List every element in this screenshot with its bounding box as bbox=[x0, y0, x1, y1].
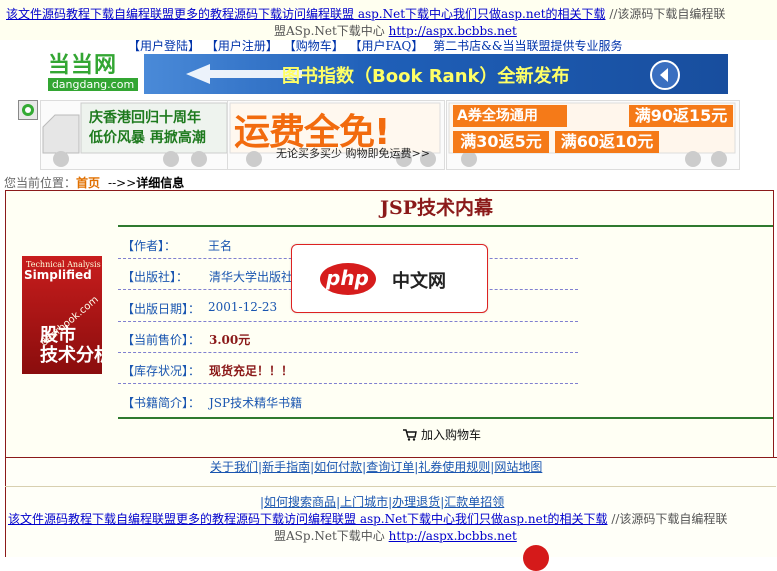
coupon-60-10: 满60返10元 bbox=[555, 131, 659, 153]
promo-free-shipping-sub: 无论买多买少 购物即免运费>> bbox=[276, 147, 430, 160]
top-ticker-link[interactable]: 该文件源码教程下载自编程联盟更多的教程源码下载访问编程联盟 asp.Net下载中… bbox=[6, 7, 606, 21]
nav-faq-link[interactable]: 【用户FAQ】 bbox=[350, 39, 424, 53]
footer-link-payment[interactable]: 如何付款 bbox=[314, 460, 362, 474]
bottom-ticker-line2: 盟ASp.Net下载中心 http://aspx.bcbbs.net bbox=[274, 527, 517, 544]
field-label: 【书籍简介】： bbox=[122, 396, 201, 410]
breadcrumb-current: 详细信息 bbox=[136, 176, 185, 190]
top-ticker: 该文件源码教程下载自编程联盟更多的教程源码下载访问编程联盟 asp.Net下载中… bbox=[6, 5, 725, 22]
nav-cart-link[interactable]: 【购物车】 bbox=[284, 39, 344, 53]
field-label: 【作者】： bbox=[122, 239, 177, 253]
footer-link-about[interactable]: 关于我们 bbox=[210, 460, 258, 474]
promo-coupons[interactable]: A券全场通用 满90返15元 满30返5元 满60返10元 bbox=[446, 100, 740, 170]
bottom-ticker-link[interactable]: 该文件源码教程下载自编程联盟更多的教程源码下载访问编程联盟 asp.Net下载中… bbox=[8, 512, 608, 526]
cover-line2: Simplified bbox=[24, 268, 92, 282]
book-title: JSP技术内幕 bbox=[380, 197, 493, 219]
footer-links-row1: 关于我们|新手指南|如何付款|查询订单|礼券使用规则|网站地图 bbox=[210, 460, 543, 474]
coupon-a: A券全场通用 bbox=[453, 105, 567, 127]
footer-link-orders[interactable]: 查询订单 bbox=[366, 460, 414, 474]
side-toggle-icon[interactable] bbox=[18, 100, 38, 120]
footer-link-remittance[interactable]: 汇款单招领 bbox=[444, 495, 504, 509]
breadcrumb-prefix: 您当前位置： bbox=[4, 176, 77, 190]
field-label: 【当前售价】： bbox=[122, 333, 201, 347]
php-cn-watermark: php 中文网 bbox=[291, 244, 488, 313]
banner-text: 图书指数（Book Rank）全新发布 bbox=[282, 66, 570, 87]
divider bbox=[118, 225, 773, 227]
bottom-ticker: 该文件源码教程下载自编程联盟更多的教程源码下载访问编程联盟 asp.Net下载中… bbox=[8, 510, 727, 527]
cover-title-bottom: 技术分析手册 bbox=[40, 345, 102, 366]
divider bbox=[118, 417, 773, 419]
footer-link-guide[interactable]: 新手指南 bbox=[262, 460, 310, 474]
coupon-30-5: 满30返5元 bbox=[453, 131, 549, 153]
promo-hongkong-line2: 低价风暴 再掀高潮 bbox=[89, 130, 206, 146]
footer-link-sitemap[interactable]: 网站地图 bbox=[494, 460, 542, 474]
field-summary: 【书籍简介】： JSP技术精华书籍 bbox=[118, 386, 578, 415]
promo-hongkong[interactable]: 庆香港回归十周年 低价风暴 再掀高潮 bbox=[40, 100, 232, 170]
logo-brand: 当当网 bbox=[48, 53, 118, 78]
breadcrumb: 您当前位置：首页 -->>详细信息 bbox=[4, 174, 184, 191]
seal-icon bbox=[523, 545, 549, 571]
add-to-cart-button[interactable]: 加入购物车 bbox=[403, 426, 481, 443]
php-logo-text: php bbox=[326, 266, 369, 290]
banner-back-icon[interactable] bbox=[650, 60, 680, 90]
field-label: 【出版日期】： bbox=[122, 302, 201, 316]
promo-hongkong-line1: 庆香港回归十周年 bbox=[89, 110, 201, 126]
bottom-ticker-url[interactable]: http://aspx.bcbbs.net bbox=[389, 529, 517, 543]
logo-domain: dangdang.com bbox=[48, 78, 138, 91]
field-value: 现货充足！！！ bbox=[209, 364, 294, 378]
add-to-cart-label: 加入购物车 bbox=[421, 428, 482, 442]
field-value: 2001-12-23 bbox=[208, 300, 278, 314]
footer-link-search-help[interactable]: 如何搜索商品 bbox=[264, 495, 336, 509]
footer-link-coupon-rules[interactable]: 礼券使用规则 bbox=[418, 460, 490, 474]
book-cover-image[interactable]: Technical Analysis Simplified 股市技术分析手册 d… bbox=[22, 256, 102, 374]
promo-free-shipping[interactable]: 运费全免! 无论买多买少 购物即免运费>> bbox=[227, 100, 445, 170]
footer-link-cities[interactable]: 上门城市 bbox=[340, 495, 388, 509]
field-price: 【当前售价】： 3.00元 bbox=[118, 323, 578, 353]
field-label: 【出版社】： bbox=[122, 270, 189, 284]
coupon-90-15: 满90返15元 bbox=[629, 105, 733, 127]
breadcrumb-sep: -->> bbox=[108, 176, 137, 190]
field-value: 3.00元 bbox=[209, 333, 251, 347]
nav-login-link[interactable]: 【用户登陆】 bbox=[128, 39, 200, 53]
field-value: 王名 bbox=[208, 239, 233, 253]
bottom-ticker-tail: //该源码下载自编程联 bbox=[607, 512, 728, 526]
field-stock: 【库存状况】： 现货充足！！！ bbox=[118, 354, 578, 384]
top-ticker-tail: //该源码下载自编程联 bbox=[605, 7, 726, 21]
footer-links-row2: |如何搜索商品|上门城市|办理退货|汇款单招领 bbox=[260, 495, 505, 509]
footer-divider bbox=[5, 486, 776, 487]
field-value: JSP技术精华书籍 bbox=[209, 396, 303, 410]
cart-icon bbox=[403, 429, 417, 441]
php-logo-cn: 中文网 bbox=[392, 271, 446, 292]
footer-link-returns[interactable]: 办理退货 bbox=[392, 495, 440, 509]
nav-tagline: 第二书店&&当当联盟提供专业服务 bbox=[433, 39, 623, 53]
field-label: 【库存状况】： bbox=[122, 364, 201, 378]
top-ticker-url[interactable]: http://aspx.bcbbs.net bbox=[389, 24, 517, 38]
user-nav: 【用户登陆】 【用户注册】 【购物车】 【用户FAQ】 第二书店&&当当联盟提供… bbox=[128, 37, 623, 54]
dangdang-logo[interactable]: 当当网 dangdang.com bbox=[48, 54, 140, 94]
breadcrumb-home-link[interactable]: 首页 bbox=[76, 176, 100, 190]
top-ticker-line2-prefix: 盟ASp.Net下载中心 bbox=[274, 24, 389, 38]
field-value: 清华大学出版社 bbox=[209, 270, 294, 284]
nav-register-link[interactable]: 【用户注册】 bbox=[206, 39, 278, 53]
book-rank-banner[interactable]: 图书指数（Book Rank）全新发布 bbox=[144, 54, 728, 94]
bottom-ticker-line2-prefix: 盟ASp.Net下载中心 bbox=[274, 529, 389, 543]
